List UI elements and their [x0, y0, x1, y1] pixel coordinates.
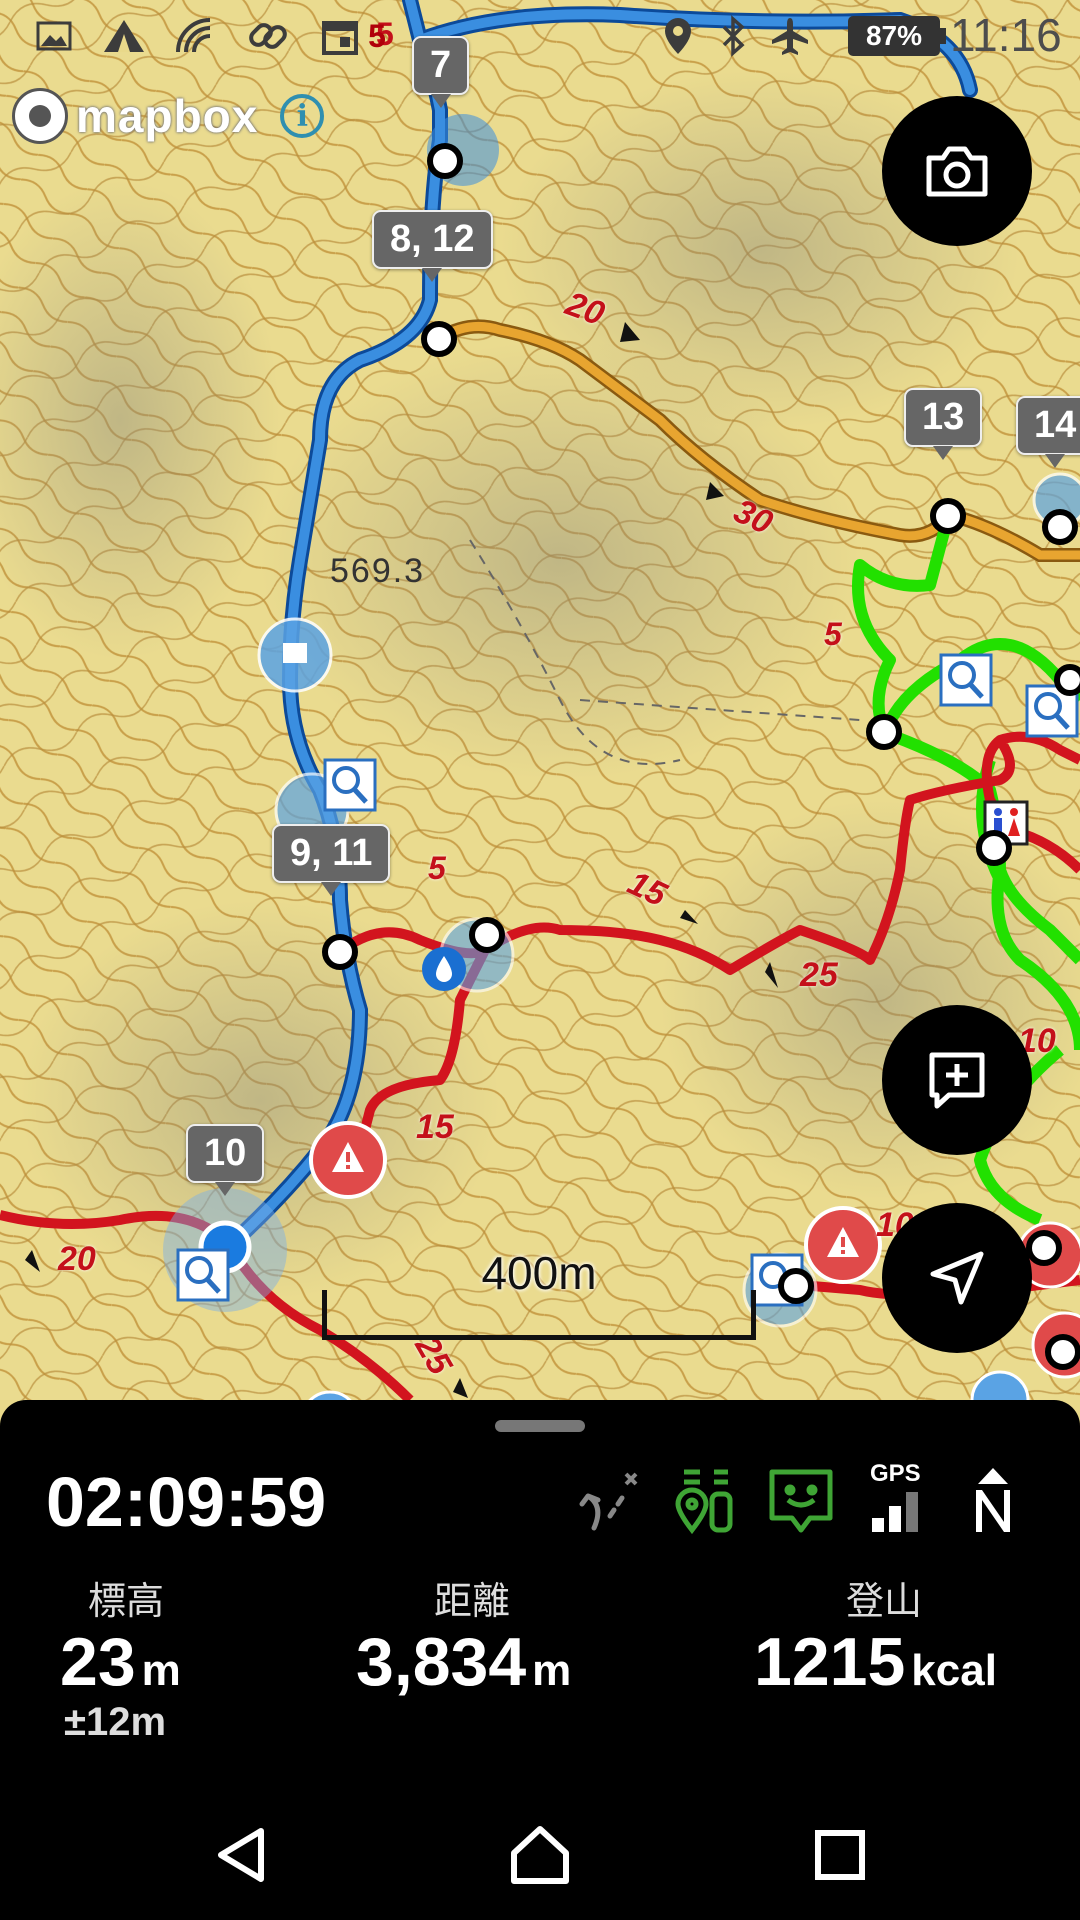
system-nav-bar — [0, 1790, 1080, 1920]
distance-unit: m — [532, 1646, 572, 1695]
waypoint-node — [322, 934, 358, 970]
scale-bar: 400m — [322, 1247, 756, 1340]
add-note-button[interactable] — [882, 1005, 1032, 1155]
tent-icon — [102, 14, 146, 58]
companions-icon[interactable] — [670, 1466, 740, 1536]
segment-time: 20 — [58, 1240, 96, 1278]
gps-label: GPS — [870, 1460, 921, 1487]
recents-icon — [815, 1830, 865, 1880]
calendar-badge: 5 — [368, 17, 386, 54]
waypoint-node — [976, 830, 1012, 866]
panel-drag-handle[interactable] — [495, 1420, 585, 1432]
waypoint-label[interactable]: 10 — [186, 1124, 265, 1196]
gallery-icon — [32, 14, 76, 58]
location-pin-icon — [656, 14, 700, 58]
chat-face-icon[interactable] — [766, 1466, 836, 1536]
search-poi-icon[interactable] — [176, 1248, 230, 1302]
calories-unit: kcal — [911, 1646, 997, 1695]
waypoint-label[interactable]: 8, 12 — [372, 210, 493, 282]
distance-stat: 距離 3,834 m — [356, 1570, 571, 1700]
spot-height-label: 569.3 — [330, 552, 426, 590]
calories-stat: 登山 1215 kcal — [754, 1570, 997, 1700]
link-icon — [246, 14, 290, 58]
gps-signal-icon: GPS — [862, 1460, 932, 1536]
waypoint-node — [930, 498, 966, 534]
waypoint-node — [469, 917, 505, 953]
navigate-button[interactable] — [882, 1203, 1032, 1353]
north-compass-icon[interactable] — [958, 1466, 1028, 1536]
segment-time: 5 — [428, 850, 446, 886]
navigation-arrow-icon — [930, 1251, 984, 1305]
waypoint-node — [1026, 1230, 1062, 1266]
status-bar: 5 87% 11:16 — [0, 0, 1080, 72]
info-icon[interactable]: i — [280, 94, 325, 138]
battery-indicator: 87% — [848, 16, 946, 56]
map-view[interactable]: 569.3 5 20 30 5 5 15 25 15 20 10 10 25 7… — [0, 0, 1080, 1400]
add-note-icon — [929, 1052, 985, 1109]
waypoint-node — [1054, 664, 1080, 696]
home-icon — [511, 1826, 569, 1884]
altitude-unit: m — [141, 1646, 181, 1695]
calories-label: 登山 — [846, 1581, 923, 1623]
airplane-icon — [768, 14, 812, 58]
segment-time: 25 — [800, 956, 838, 994]
mapbox-logo-icon — [12, 88, 68, 144]
search-poi-icon[interactable] — [323, 758, 377, 812]
tracking-panel[interactable]: 02:09:59 GPS 標高 23 m ±12m 距離 3,834 m 登山 12… — [0, 1400, 1080, 1790]
altitude-label: 標高 — [88, 1581, 165, 1623]
scale-label: 400m — [481, 1247, 597, 1299]
route-off-icon[interactable] — [574, 1466, 644, 1536]
bluetooth-icon — [712, 14, 756, 58]
waypoint-node — [421, 321, 457, 357]
camera-icon — [926, 146, 988, 197]
elapsed-timer: 02:09:59 — [46, 1463, 327, 1541]
waypoint-node — [427, 143, 463, 179]
waypoint-node — [1042, 509, 1078, 545]
mapbox-attribution[interactable]: mapbox i — [12, 86, 325, 146]
waypoint-node — [1045, 1334, 1080, 1370]
waypoint-label[interactable]: 9, 11 — [272, 824, 391, 896]
altitude-accuracy: ±12m — [64, 1699, 167, 1744]
altitude-stat: 標高 23 m ±12m — [60, 1570, 181, 1745]
search-poi-icon[interactable] — [939, 653, 993, 707]
distance-label: 距離 — [434, 1581, 511, 1623]
waypoint-node — [866, 714, 902, 750]
camera-button[interactable] — [882, 96, 1032, 246]
mapbox-wordmark: mapbox — [76, 90, 259, 142]
calories-value: 1215 — [754, 1624, 906, 1700]
calendar-icon — [318, 14, 362, 58]
waypoint-label[interactable]: 14 — [1016, 396, 1080, 468]
waypoint-node — [778, 1268, 814, 1304]
segment-time: 15 — [416, 1108, 454, 1146]
clock: 11:16 — [950, 9, 1062, 61]
recents-button[interactable] — [795, 1810, 885, 1900]
signal-icon — [172, 14, 216, 58]
waypoint-label[interactable]: 13 — [904, 388, 983, 460]
altitude-value: 23 — [60, 1624, 136, 1700]
distance-value: 3,834 — [356, 1624, 527, 1700]
segment-time: 5 — [824, 616, 842, 652]
home-button[interactable] — [495, 1810, 585, 1900]
back-button[interactable] — [196, 1810, 286, 1900]
back-icon — [218, 1828, 264, 1882]
